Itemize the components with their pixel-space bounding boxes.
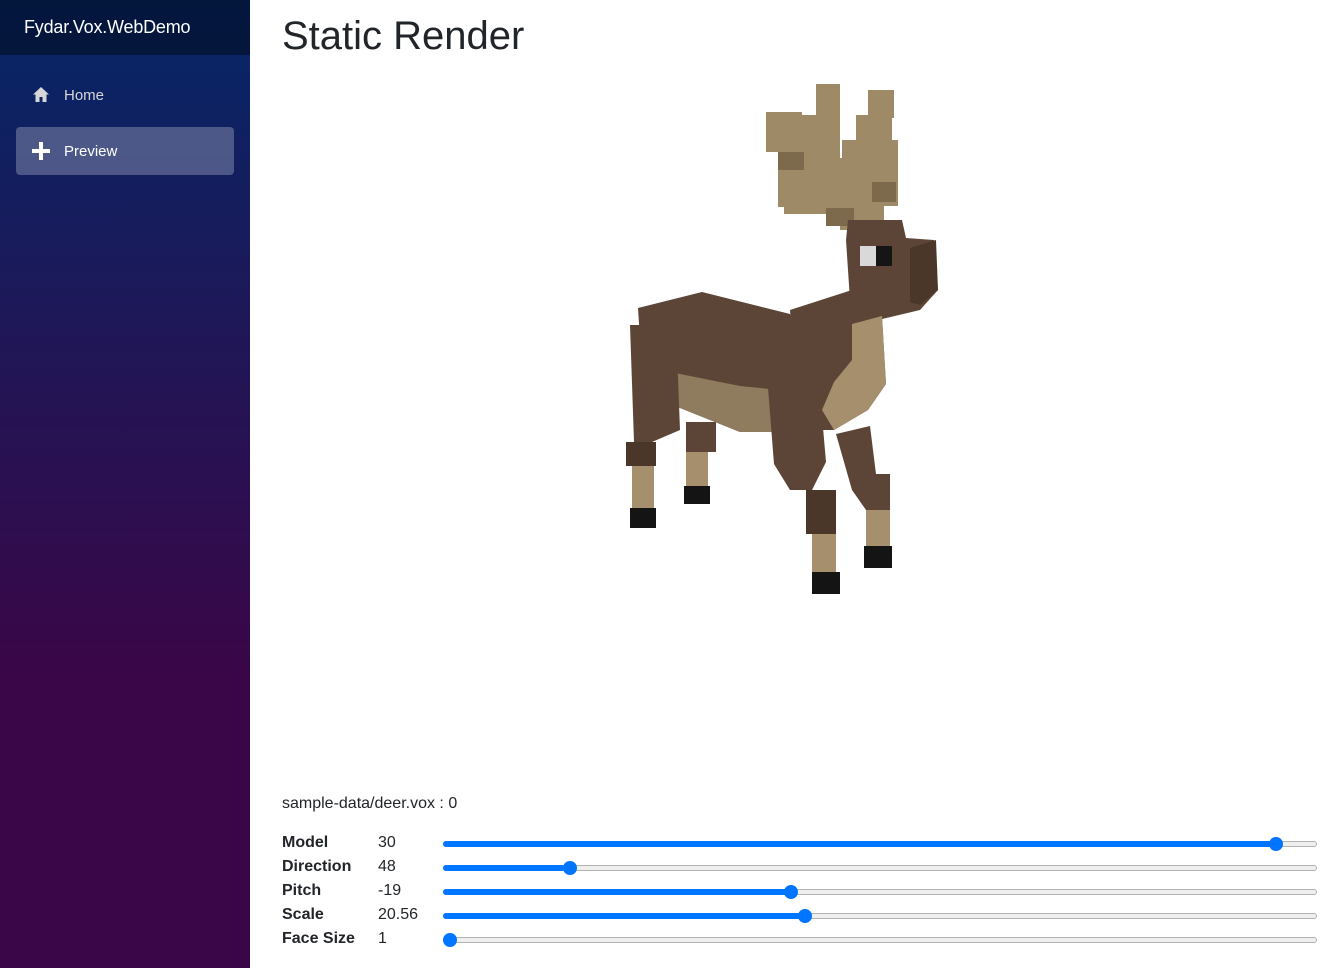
control-label: Face Size (282, 930, 355, 947)
control-value: -19 (378, 882, 402, 899)
plus-icon (32, 142, 50, 160)
sidebar: Fydar.Vox.WebDemo Home Preview (0, 0, 250, 968)
slider-thumb[interactable] (1268, 837, 1283, 851)
face-size-slider[interactable] (443, 933, 1317, 947)
control-value: 30 (378, 834, 396, 851)
file-label: sample-data/deer.vox : 0 (282, 795, 458, 812)
direction-slider[interactable] (443, 861, 1317, 875)
slider-thumb[interactable] (798, 909, 813, 923)
render-controls: Model 30 Direction 48 Pitch -19 Scale 20… (282, 832, 1318, 952)
slider-thumb[interactable] (563, 861, 578, 875)
nav-item-home[interactable]: Home (16, 71, 234, 119)
control-label: Model (282, 834, 329, 851)
brand-link[interactable]: Fydar.Vox.WebDemo (24, 17, 191, 38)
control-label: Scale (282, 906, 324, 923)
slider-thumb[interactable] (443, 933, 457, 947)
pitch-slider[interactable] (443, 885, 1317, 899)
page-title: Static Render (282, 14, 525, 58)
control-row-direction: Direction 48 (282, 856, 1318, 880)
nav-item-preview[interactable]: Preview (16, 127, 234, 175)
control-value: 48 (378, 858, 396, 875)
deer-model-image (626, 84, 938, 594)
main-content: Static Render sample-data/deer.vox: 0 M… (250, 0, 1342, 968)
slider-thumb[interactable] (783, 885, 798, 899)
control-row-scale: Scale 20.56 (282, 904, 1318, 928)
control-row-face-size: Face Size 1 (282, 928, 1318, 952)
nav-menu: Home Preview (0, 55, 250, 175)
nav-item-label: Home (64, 86, 105, 104)
control-value: 20.56 (378, 906, 419, 923)
voxel-render-canvas (626, 84, 938, 594)
scale-slider[interactable] (443, 909, 1317, 923)
control-row-model: Model 30 (282, 832, 1318, 856)
nav-item-label: Preview (64, 142, 118, 160)
control-value: 1 (378, 930, 387, 947)
brand-bar: Fydar.Vox.WebDemo (0, 0, 250, 55)
control-label: Direction (282, 858, 352, 875)
control-label: Pitch (282, 882, 322, 899)
home-icon (33, 87, 49, 102)
control-row-pitch: Pitch -19 (282, 880, 1318, 904)
model-slider[interactable] (443, 837, 1317, 851)
